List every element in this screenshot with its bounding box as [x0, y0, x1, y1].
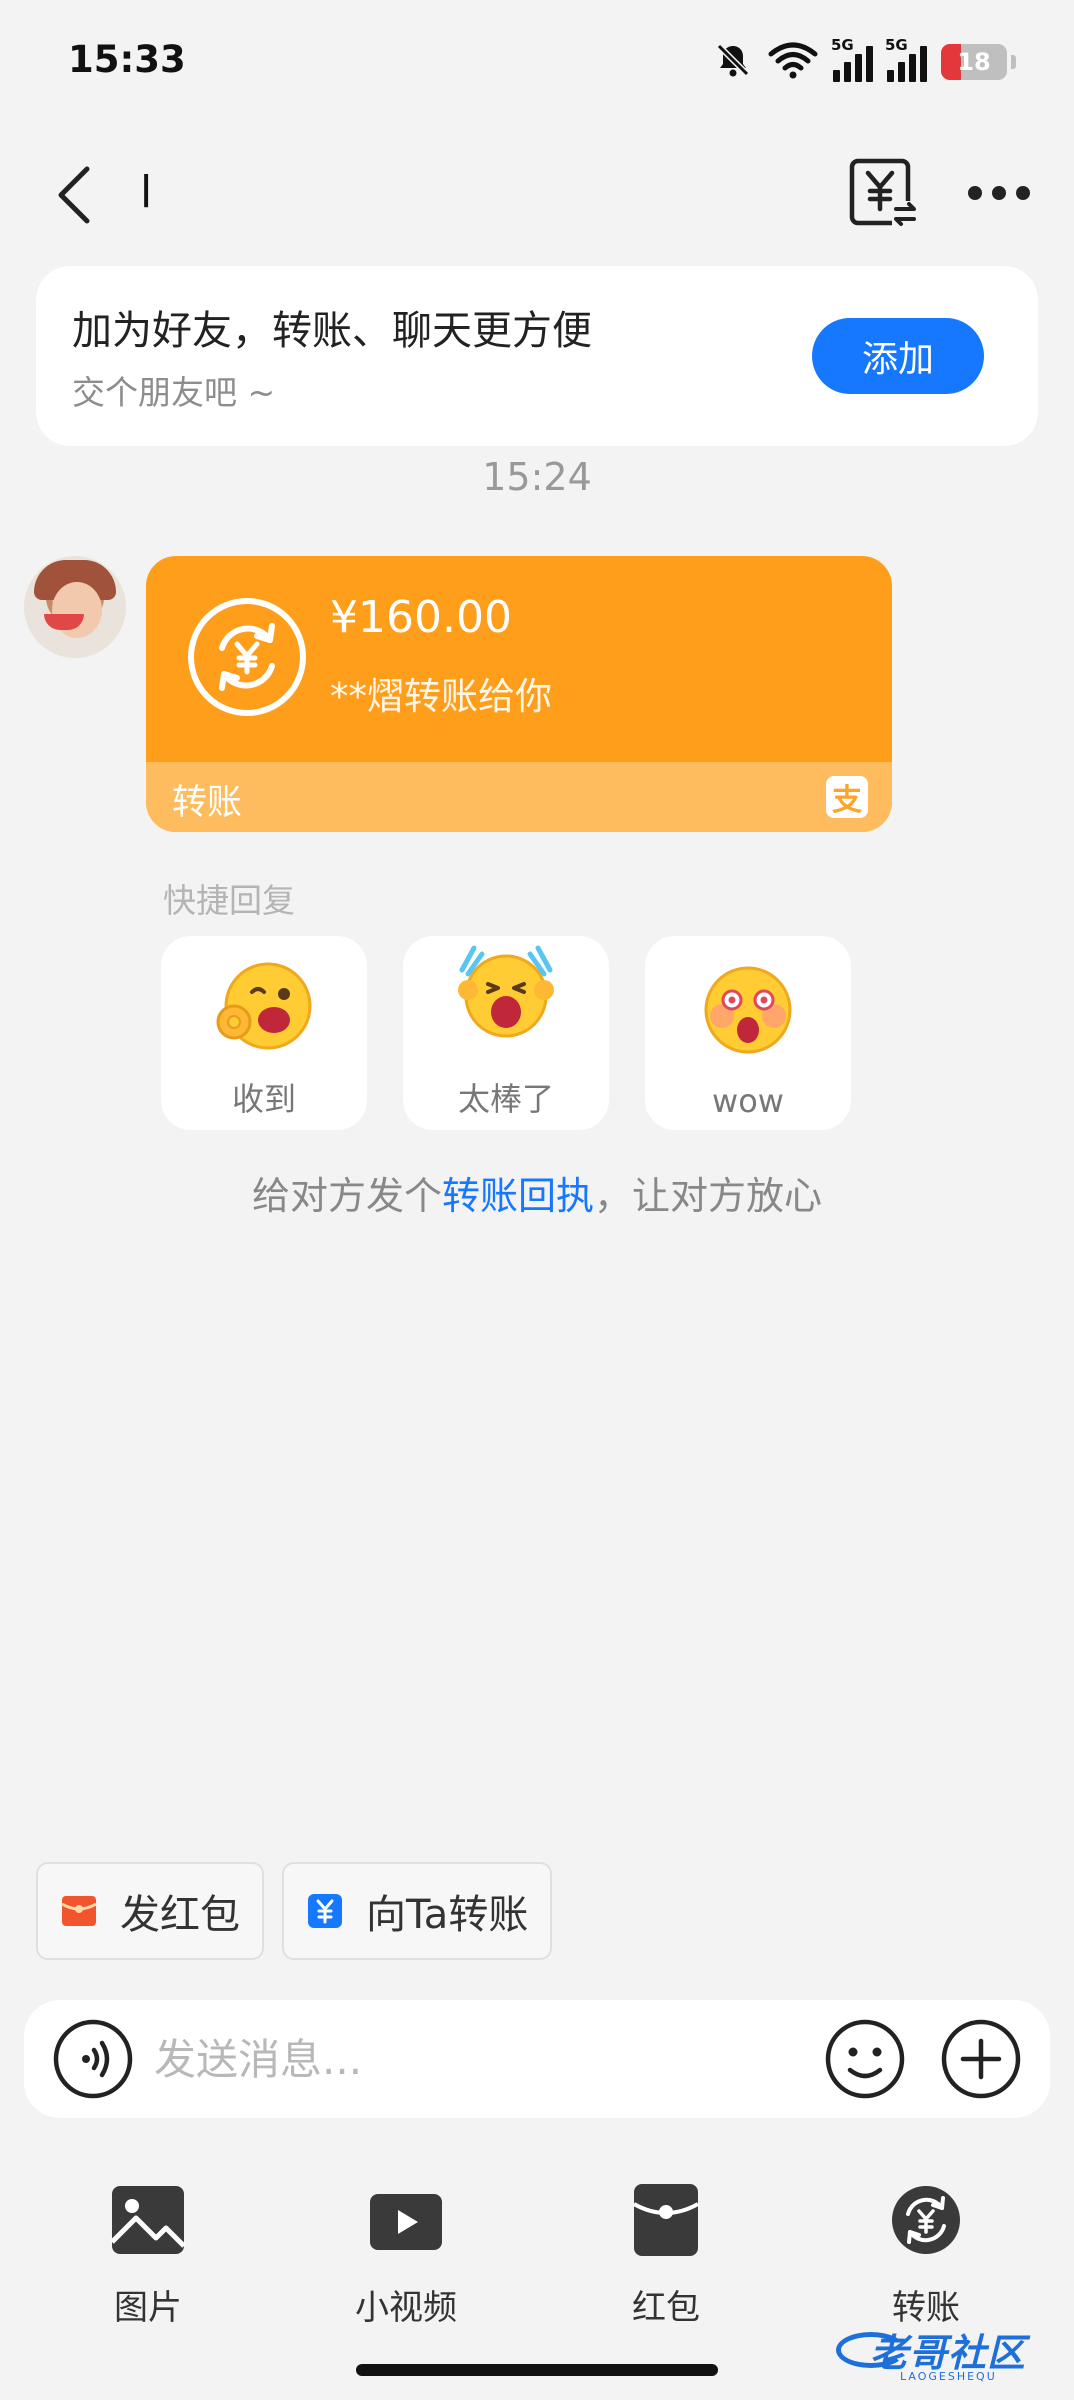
toolbar-label: 小视频 [355, 2288, 457, 2328]
video-icon [370, 2194, 442, 2250]
image-icon [110, 2186, 186, 2254]
ok-hand-wink-emoji-icon [216, 962, 312, 1050]
home-indicator[interactable] [356, 2364, 718, 2376]
yuan-transfer-icon [849, 158, 916, 227]
quick-reply-label: wow [712, 1082, 784, 1120]
toolbar-image[interactable]: 图片 [68, 2176, 228, 2328]
watermark-text: 老哥社区 [870, 2331, 1027, 2375]
quick-reply-received[interactable]: 收到 [161, 936, 367, 1130]
battery-icon: 18 [941, 44, 1007, 80]
voice-wave-icon [53, 2019, 133, 2099]
more-actions-button[interactable] [940, 2018, 1022, 2100]
transfer-receipt-link[interactable]: 转账回执 [442, 1174, 594, 1218]
shortcut-chips: 发红包 向Ta转账 [36, 1862, 553, 1960]
cell-signal-icon: 5G [831, 36, 873, 82]
transfer-to-them-button[interactable]: 向Ta转账 [282, 1862, 553, 1960]
battery-level: 18 [957, 48, 991, 76]
amazed-emoji-icon [704, 966, 792, 1054]
chip-label: 发红包 [120, 1892, 240, 1938]
cell-signal-icon: 5G [885, 36, 927, 82]
quick-reply-label: 太棒了 [457, 1080, 554, 1118]
message-input-bar [24, 2000, 1050, 2118]
emoji-button[interactable] [824, 2018, 906, 2100]
quick-reply-wow[interactable]: wow [645, 936, 851, 1130]
quick-reply-title: 快捷回复 [163, 881, 295, 920]
cheering-emoji-icon [458, 945, 554, 1038]
watermark-logo: 老哥社区 LAOGESHEQU [830, 2318, 1070, 2388]
transfer-card-label: 转账 [172, 783, 243, 823]
status-bar: 15:33 5G 5G 18 [0, 0, 1074, 120]
red-packet-icon [633, 2184, 699, 2256]
toolbar-label: 图片 [114, 2288, 182, 2328]
attachment-toolbar: 图片 小视频 红包 转账 [0, 2176, 1074, 2328]
receipt-tip-suffix: ，让对方放心 [594, 1174, 823, 1218]
toolbar-label: 红包 [632, 2288, 700, 2328]
chip-label: 向Ta转账 [366, 1892, 529, 1938]
battery-cap [1011, 55, 1016, 69]
red-packet-icon [61, 1896, 97, 1926]
voice-input-button[interactable] [52, 2018, 134, 2100]
status-icons: 5G 5G 18 [713, 36, 1016, 84]
transfer-message-card[interactable]: ¥160.00 **熠转账给你 转账 支 [146, 556, 892, 832]
chat-title: l [140, 167, 153, 218]
add-friend-subtitle: 交个朋友吧 ~ [72, 373, 276, 412]
transfer-records-button[interactable] [848, 155, 918, 231]
status-time: 15:33 [68, 38, 186, 81]
more-options-button[interactable] [968, 173, 1030, 213]
plus-icon [941, 2019, 1021, 2099]
send-red-packet-button[interactable]: 发红包 [36, 1862, 264, 1960]
chevron-left-icon [58, 166, 90, 224]
network-type-label: 5G [885, 36, 908, 54]
toolbar-video[interactable]: 小视频 [326, 2176, 486, 2328]
dot [968, 186, 982, 200]
message-timestamp: 15:24 [482, 455, 592, 499]
alipay-logo-icon: 支 [826, 776, 868, 818]
dot [992, 186, 1006, 200]
receipt-tip-prefix: 给对方发个 [251, 1174, 442, 1218]
network-type-label: 5G [831, 36, 854, 54]
transfer-receipt-tip: 给对方发个转账回执，让对方放心 [0, 1165, 1074, 1220]
quick-reply-list: 收到 太棒了 wow [161, 936, 851, 1130]
back-button[interactable] [40, 160, 110, 230]
avatar[interactable] [24, 556, 126, 658]
message-input[interactable] [154, 2028, 804, 2090]
nav-bar: l [0, 145, 1074, 245]
transfer-icon [892, 2186, 960, 2254]
toolbar-transfer[interactable]: 转账 [846, 2176, 1006, 2328]
transfer-amount: ¥160.00 [330, 592, 512, 643]
dot [1016, 186, 1030, 200]
transfer-card-footer: 转账 支 [146, 762, 892, 832]
quick-reply-label: 收到 [231, 1080, 296, 1118]
quick-reply-great[interactable]: 太棒了 [403, 936, 609, 1130]
transfer-yuan-icon [308, 1894, 342, 1928]
watermark-subtext: LAOGESHEQU [900, 2370, 997, 2383]
add-friend-title: 加为好友，转账、聊天更方便 [72, 308, 592, 354]
transfer-cycle-icon [188, 598, 306, 716]
mute-bell-icon [713, 40, 753, 84]
transfer-description: **熠转账给你 [330, 675, 552, 718]
wifi-icon [767, 40, 819, 84]
smiley-icon [825, 2019, 905, 2099]
add-friend-banner: 加为好友，转账、聊天更方便 交个朋友吧 ~ 添加 [36, 266, 1038, 446]
toolbar-red-packet[interactable]: 红包 [586, 2176, 746, 2328]
add-friend-button[interactable]: 添加 [812, 318, 984, 394]
